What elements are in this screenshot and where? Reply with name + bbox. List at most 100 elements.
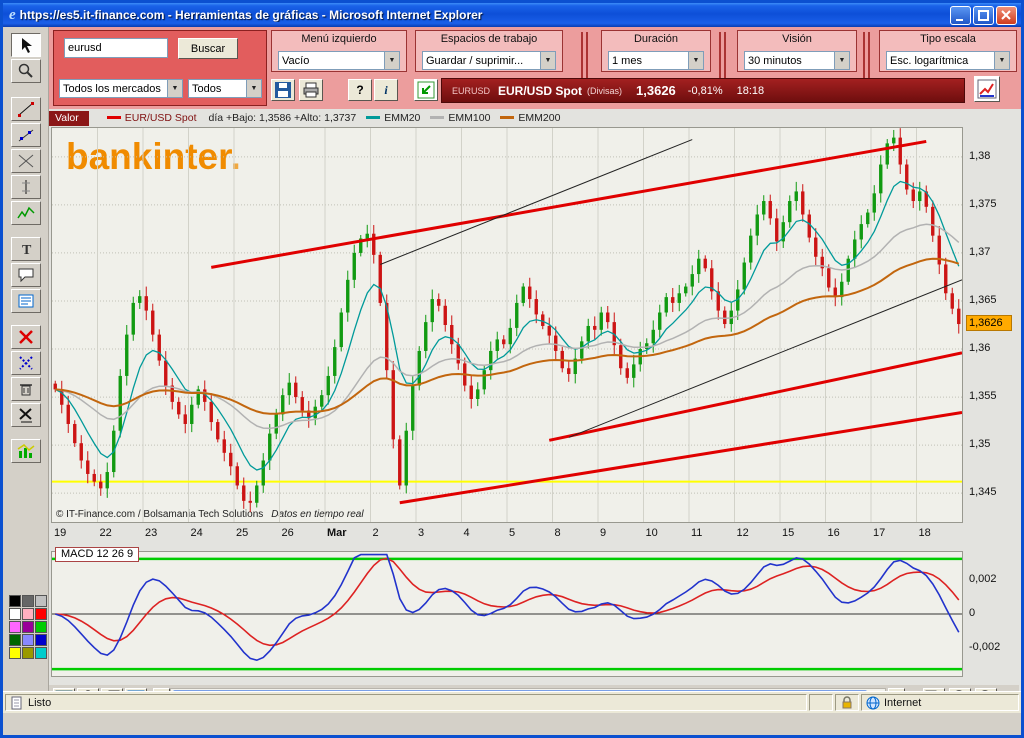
color-swatch[interactable] xyxy=(22,621,34,633)
chevron-down-icon[interactable]: ▼ xyxy=(384,52,399,69)
markets-dropdown-value: Todos los mercados xyxy=(60,83,167,95)
color-swatch[interactable] xyxy=(22,595,34,607)
cross-lines-icon xyxy=(16,152,36,170)
print-button[interactable] xyxy=(299,79,323,101)
time-axis-label: 9 xyxy=(600,527,606,539)
magnifier-icon xyxy=(16,62,36,80)
freehand-tool-button[interactable] xyxy=(11,201,41,225)
color-swatch[interactable] xyxy=(35,608,47,620)
color-swatch[interactable] xyxy=(35,621,47,633)
vision-dropdown[interactable]: 30 minutos ▼ xyxy=(744,51,850,70)
chevron-down-icon[interactable]: ▼ xyxy=(246,80,261,97)
time-axis-label: 16 xyxy=(828,527,840,539)
title-bar[interactable]: e https://es5.it-finance.com - Herramien… xyxy=(3,3,1021,27)
info-button[interactable]: i xyxy=(374,79,398,101)
price-chart[interactable]: bankinter. © IT-Finance.com / Bolsamania… xyxy=(51,127,963,523)
popup-chart-button[interactable] xyxy=(974,76,1000,102)
svg-text:T: T xyxy=(22,243,32,258)
chart-region: Valor EUR/USD Spot día +Bajo: 1,3586 +Al… xyxy=(49,109,1021,713)
instrument-type-dropdown-value: Todos xyxy=(189,83,246,95)
left-menu-dropdown-value: Vacío xyxy=(279,55,384,67)
chevron-down-icon[interactable]: ▼ xyxy=(834,52,849,69)
window-title: https://es5.it-finance.com - Herramienta… xyxy=(20,8,950,22)
color-swatch[interactable] xyxy=(22,634,34,646)
duration-dropdown[interactable]: 1 mes ▼ xyxy=(608,51,704,70)
trendline-icon xyxy=(16,126,36,144)
globe-icon xyxy=(866,696,880,710)
color-swatch[interactable] xyxy=(9,647,21,659)
text-tool-button[interactable]: T xyxy=(11,237,41,261)
search-button[interactable]: Buscar xyxy=(178,38,238,59)
time-axis-label: 4 xyxy=(464,527,470,539)
delete-all-tool-button[interactable] xyxy=(11,403,41,427)
color-swatch[interactable] xyxy=(9,634,21,646)
color-swatch[interactable] xyxy=(35,634,47,646)
chevron-down-icon[interactable]: ▼ xyxy=(688,52,703,69)
top-toolbar: Buscar Todos los mercados ▼ Todos ▼ Menú… xyxy=(49,27,1021,109)
indicator-tool-button[interactable] xyxy=(11,439,41,463)
legend-day-range: día +Bajo: 1,3586 +Alto: 1,3737 xyxy=(209,112,357,124)
duration-group: Duración 1 mes ▼ xyxy=(601,30,711,72)
left-menu-dropdown[interactable]: Vacío ▼ xyxy=(278,51,400,70)
chart-link-button[interactable] xyxy=(414,79,438,101)
color-swatch[interactable] xyxy=(9,595,21,607)
status-spacer-cell xyxy=(809,694,833,711)
printer-icon xyxy=(302,81,320,99)
time-axis-label: 25 xyxy=(236,527,248,539)
notes-tool-button[interactable] xyxy=(11,289,41,313)
zoom-tool-button[interactable] xyxy=(11,59,41,83)
workspace-dropdown[interactable]: Guardar / suprimir... ▼ xyxy=(422,51,556,70)
vision-label: Visión xyxy=(738,31,856,45)
delete-drawing-tool-button[interactable] xyxy=(11,325,41,349)
vision-dropdown-value: 30 minutos xyxy=(745,55,834,67)
vertical-line-tool-button[interactable] xyxy=(11,175,41,199)
chart-legend: Valor EUR/USD Spot día +Bajo: 1,3586 +Al… xyxy=(49,109,1021,127)
chevron-down-icon[interactable]: ▼ xyxy=(167,80,182,97)
macd-axis-label: -0,002 xyxy=(969,641,1000,653)
time-axis-label: 10 xyxy=(646,527,658,539)
search-input[interactable] xyxy=(64,38,168,58)
color-palette xyxy=(9,595,51,659)
time-axis-label: 12 xyxy=(737,527,749,539)
select-tool-button[interactable] xyxy=(11,33,41,57)
floppy-icon xyxy=(274,81,292,99)
notebook-icon xyxy=(16,292,36,310)
markets-dropdown[interactable]: Todos los mercados ▼ xyxy=(59,79,183,98)
window-body: T Buscar Todos los mercados ▼ Todos ▼ xyxy=(3,27,1021,713)
color-swatch[interactable] xyxy=(35,595,47,607)
save-button[interactable] xyxy=(271,79,295,101)
close-button[interactable] xyxy=(996,6,1017,25)
emm20-dash-icon xyxy=(366,116,380,119)
maximize-button[interactable] xyxy=(973,6,994,25)
line-tool-button[interactable] xyxy=(11,97,41,121)
time-axis-label: 18 xyxy=(919,527,931,539)
minimize-button[interactable] xyxy=(950,6,971,25)
time-axis-label: 26 xyxy=(282,527,294,539)
comment-tool-button[interactable] xyxy=(11,263,41,287)
status-text: Listo xyxy=(28,697,51,709)
trash-icon xyxy=(16,380,36,398)
time-axis-label: 15 xyxy=(782,527,794,539)
macd-chart[interactable] xyxy=(51,551,963,677)
workspace-group: Espacios de trabajo Guardar / suprimir..… xyxy=(415,30,563,72)
trendline-tool-button[interactable] xyxy=(11,123,41,147)
color-swatch[interactable] xyxy=(22,647,34,659)
chevron-down-icon[interactable]: ▼ xyxy=(540,52,555,69)
trash-tool-button[interactable] xyxy=(11,377,41,401)
scale-type-dropdown[interactable]: Esc. logarítmica ▼ xyxy=(886,51,1010,70)
color-swatch[interactable] xyxy=(35,647,47,659)
macd-axis-label: 0 xyxy=(969,607,975,619)
scale-type-label: Tipo escala xyxy=(880,31,1016,45)
color-swatch[interactable] xyxy=(9,621,21,633)
instrument-type-dropdown[interactable]: Todos ▼ xyxy=(188,79,262,98)
cursor-icon xyxy=(16,36,36,54)
black-x-icon xyxy=(16,406,36,424)
chevron-down-icon[interactable]: ▼ xyxy=(994,52,1009,69)
color-swatch[interactable] xyxy=(9,608,21,620)
color-swatch[interactable] xyxy=(22,608,34,620)
help-button[interactable]: ? xyxy=(348,79,372,101)
workspace-dropdown-value: Guardar / suprimir... xyxy=(423,55,540,67)
crossline-tool-button[interactable] xyxy=(11,149,41,173)
green-arrow-icon xyxy=(417,81,435,99)
hide-drawing-tool-button[interactable] xyxy=(11,351,41,375)
